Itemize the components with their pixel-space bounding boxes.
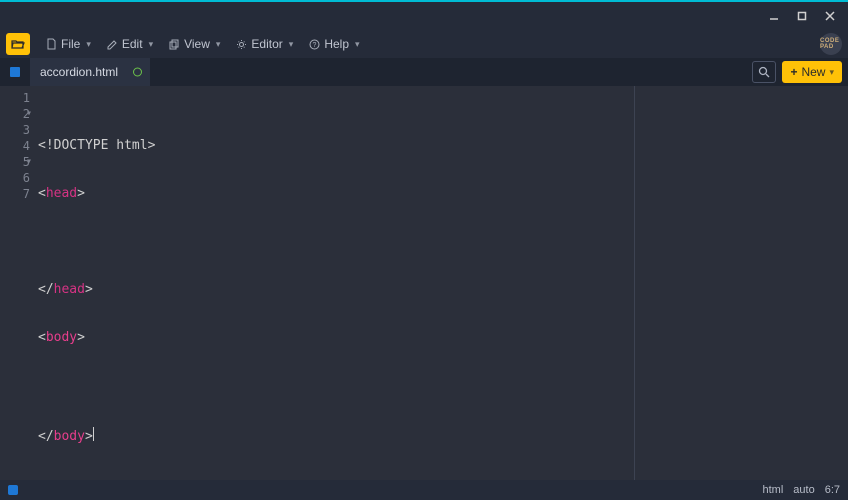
html-file-icon <box>8 65 22 79</box>
line-number: 1 <box>0 90 30 106</box>
menu-help[interactable]: ? Help ▾ <box>303 33 365 55</box>
print-margin <box>634 86 635 480</box>
new-button-label: New <box>801 65 825 79</box>
line-number: 6 <box>0 170 30 186</box>
line-number: 3 <box>0 122 30 138</box>
menubar: File ▾ Edit ▾ View ▾ Editor ▾ ? Help ▾ CODE P… <box>0 30 848 58</box>
file-icon <box>46 38 57 50</box>
code-line <box>38 378 848 394</box>
menu-file-label: File <box>61 37 80 51</box>
search-icon <box>758 66 770 78</box>
code-line <box>38 234 848 250</box>
chevron-down-icon: ▾ <box>216 39 221 50</box>
code-line: </body> <box>38 426 848 442</box>
chevron-down-icon: ▾ <box>86 39 91 50</box>
search-button[interactable] <box>752 61 776 83</box>
fold-icon[interactable]: ▾ <box>26 106 32 122</box>
line-number: 5▾ <box>0 154 30 170</box>
new-button[interactable]: + New ▾ <box>782 61 842 83</box>
tabbar: accordion.html + New ▾ <box>0 58 848 86</box>
help-icon: ? <box>309 39 320 50</box>
menu-edit-label: Edit <box>122 37 143 51</box>
tab-filename: accordion.html <box>40 65 118 79</box>
svg-text:?: ? <box>313 42 317 49</box>
line-number: 2▾ <box>0 106 30 122</box>
menu-view[interactable]: View ▾ <box>163 33 226 55</box>
status-cursor-position[interactable]: 6:7 <box>825 484 840 496</box>
status-language[interactable]: html <box>763 484 784 496</box>
chevron-down-icon: ▾ <box>829 67 834 78</box>
tab-filetype-icon <box>6 58 24 86</box>
line-number: 4 <box>0 138 30 154</box>
menu-view-label: View <box>184 37 210 51</box>
folder-open-icon <box>11 38 25 50</box>
open-file-button[interactable] <box>6 33 30 55</box>
pencil-icon <box>107 39 118 50</box>
minimize-icon <box>769 11 779 21</box>
window-titlebar <box>0 2 848 30</box>
status-thumb-icon[interactable] <box>8 485 18 495</box>
text-cursor <box>93 427 94 441</box>
chevron-down-icon: ▾ <box>149 39 154 50</box>
menu-file[interactable]: File ▾ <box>40 33 97 55</box>
close-icon <box>825 11 835 21</box>
window-close-button[interactable] <box>816 2 844 30</box>
code-line: <body> <box>38 330 848 346</box>
app-logo: CODE PAD <box>820 33 842 55</box>
status-encoding[interactable]: auto <box>793 484 814 496</box>
statusbar: html auto 6:7 <box>0 480 848 500</box>
chevron-down-icon: ▾ <box>355 39 360 50</box>
code-line: </head> <box>38 282 848 298</box>
editor-area: 1 2▾ 3 4 5▾ 6 7 <!DOCTYPE html> <head> <… <box>0 86 848 480</box>
menu-editor-label: Editor <box>251 37 282 51</box>
tab-active[interactable]: accordion.html <box>30 58 150 86</box>
window-maximize-button[interactable] <box>788 2 816 30</box>
line-number-gutter: 1 2▾ 3 4 5▾ 6 7 <box>0 86 34 480</box>
maximize-icon <box>797 11 807 21</box>
copy-icon <box>169 39 180 50</box>
gear-icon <box>236 39 247 50</box>
line-number: 7 <box>0 186 30 202</box>
menu-edit[interactable]: Edit ▾ <box>101 33 159 55</box>
plus-icon: + <box>790 65 797 79</box>
code-line: <!DOCTYPE html> <box>38 138 848 154</box>
window-minimize-button[interactable] <box>760 2 788 30</box>
code-editor[interactable]: <!DOCTYPE html> <head> </head> <body> </… <box>34 86 848 480</box>
menu-editor[interactable]: Editor ▾ <box>230 33 299 55</box>
fold-icon[interactable]: ▾ <box>26 154 32 170</box>
menu-help-label: Help <box>324 37 349 51</box>
chevron-down-icon: ▾ <box>289 39 294 50</box>
code-line: <head> <box>38 186 848 202</box>
unsaved-indicator-icon <box>133 68 142 77</box>
